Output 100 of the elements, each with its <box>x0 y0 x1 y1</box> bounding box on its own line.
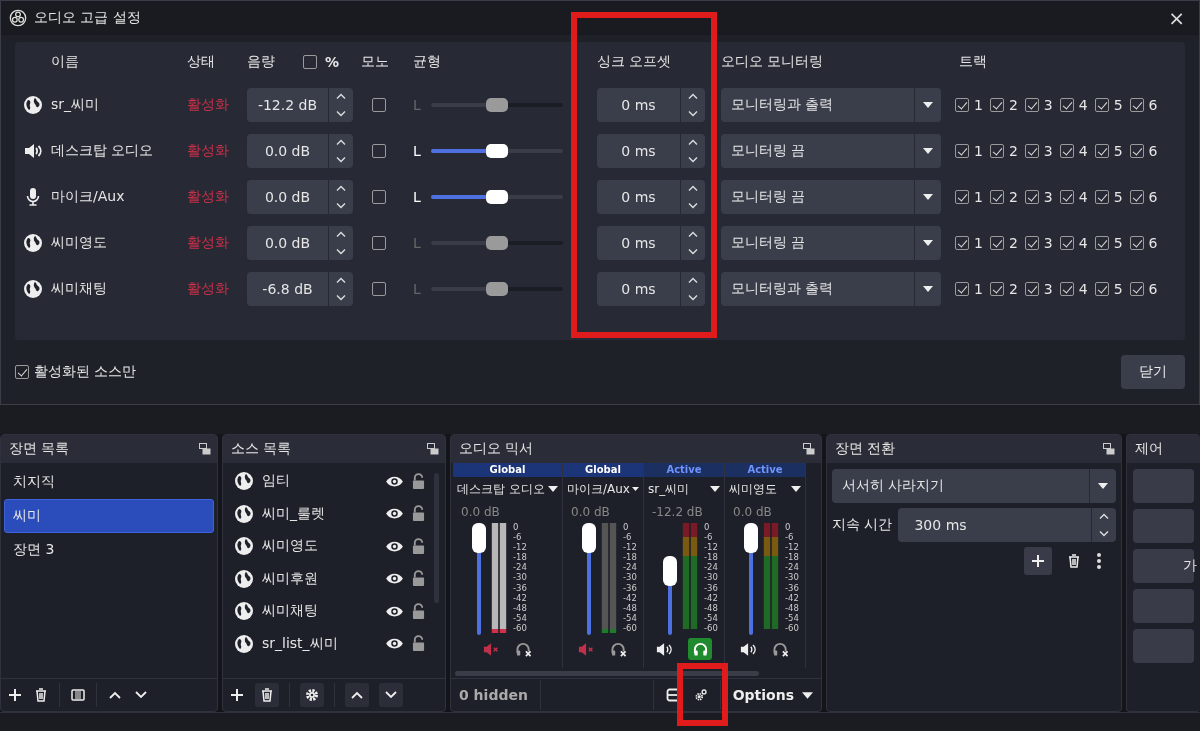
track-checkbox[interactable] <box>1094 190 1109 204</box>
eye-icon[interactable] <box>385 507 404 521</box>
track-checkbox[interactable] <box>1129 236 1144 250</box>
active-only-checkbox[interactable] <box>15 365 29 379</box>
unlocked-icon[interactable] <box>412 537 425 555</box>
track-checkbox[interactable] <box>1094 236 1109 250</box>
mono-checkbox[interactable] <box>372 144 386 158</box>
mono-checkbox[interactable] <box>372 190 386 204</box>
transition-dropdown[interactable]: 서서히 사라지기 <box>832 469 1116 503</box>
unlocked-icon[interactable] <box>412 472 425 490</box>
balance-slider[interactable] <box>431 282 563 296</box>
track-checkbox[interactable] <box>955 190 969 204</box>
add-button[interactable] <box>1024 547 1052 575</box>
source-item[interactable]: 씨미채팅 <box>262 602 377 621</box>
mono-checkbox[interactable] <box>372 282 386 296</box>
unlocked-icon[interactable] <box>412 505 425 523</box>
track-checkbox[interactable] <box>989 144 1004 158</box>
sync-offset-field[interactable]: 0 ms <box>597 272 705 306</box>
eye-icon[interactable] <box>385 474 404 488</box>
track-checkbox[interactable] <box>1094 282 1109 296</box>
volume-fader[interactable] <box>583 523 595 635</box>
move-up-button[interactable] <box>345 683 369 707</box>
volume-fader[interactable] <box>745 523 757 635</box>
trash-icon[interactable] <box>33 687 49 703</box>
track-checkbox[interactable] <box>955 144 969 158</box>
monitoring-dropdown[interactable]: 모니터링과 출력 <box>721 272 941 306</box>
channel-name-dropdown[interactable]: sr_씨미 <box>644 477 724 501</box>
track-checkbox[interactable] <box>1024 98 1039 112</box>
source-item[interactable]: 임티 <box>262 472 377 491</box>
trash-button[interactable] <box>255 683 279 707</box>
track-checkbox[interactable] <box>1059 144 1074 158</box>
unlocked-icon[interactable] <box>412 635 425 653</box>
track-checkbox[interactable] <box>1059 98 1074 112</box>
track-checkbox[interactable] <box>1059 190 1074 204</box>
speaker-icon[interactable] <box>656 641 674 657</box>
close-dialog-button[interactable]: 닫기 <box>1121 355 1185 389</box>
track-checkbox[interactable] <box>1024 236 1039 250</box>
eye-icon[interactable] <box>385 539 404 553</box>
headphones-off-icon[interactable] <box>772 641 790 657</box>
track-checkbox[interactable] <box>1129 98 1144 112</box>
track-checkbox[interactable] <box>989 236 1004 250</box>
track-checkbox[interactable] <box>989 190 1004 204</box>
track-checkbox[interactable] <box>1129 144 1144 158</box>
volume-field[interactable]: -12.2 dB <box>247 88 353 122</box>
add-icon[interactable] <box>7 687 23 703</box>
percent-checkbox[interactable] <box>303 55 317 69</box>
eye-icon[interactable] <box>385 637 404 651</box>
track-checkbox[interactable] <box>1129 282 1144 296</box>
monitoring-dropdown[interactable]: 모니터링 끔 <box>721 180 941 214</box>
volume-field[interactable]: 0.0 dB <box>247 180 353 214</box>
unlocked-icon[interactable] <box>412 602 425 620</box>
channel-name-dropdown[interactable]: 씨미영도 <box>725 477 805 501</box>
move-down-button[interactable] <box>379 683 403 707</box>
track-checkbox[interactable] <box>989 98 1004 112</box>
close-button[interactable]: × <box>1162 6 1191 30</box>
balance-slider[interactable] <box>431 236 563 250</box>
sync-offset-field[interactable]: 0 ms <box>597 180 705 214</box>
scene-item[interactable]: 장면 3 <box>4 533 214 567</box>
monitoring-dropdown[interactable]: 모니터링 끔 <box>721 134 941 168</box>
balance-slider[interactable] <box>431 144 563 158</box>
balance-slider[interactable] <box>431 98 563 112</box>
track-checkbox[interactable] <box>989 282 1004 296</box>
track-checkbox[interactable] <box>1094 144 1109 158</box>
monitoring-dropdown[interactable]: 모니터링과 출력 <box>721 88 941 122</box>
duration-field[interactable]: 300 ms <box>898 508 1116 542</box>
track-checkbox[interactable] <box>955 98 969 112</box>
track-checkbox[interactable] <box>1059 282 1074 296</box>
speaker-icon[interactable] <box>740 641 758 657</box>
volume-field[interactable]: 0.0 dB <box>247 134 353 168</box>
options-button[interactable]: Options <box>732 687 813 703</box>
more-icon[interactable] <box>1096 552 1102 570</box>
mono-checkbox[interactable] <box>372 236 386 250</box>
gears-icon[interactable] <box>693 688 708 702</box>
trash-icon[interactable] <box>1066 553 1082 569</box>
track-checkbox[interactable] <box>1024 190 1039 204</box>
add-icon[interactable] <box>229 687 245 703</box>
undock-icon[interactable] <box>427 443 439 455</box>
source-item[interactable]: 씨미후원 <box>262 569 377 588</box>
scene-item[interactable]: 씨미 <box>4 499 214 533</box>
channel-name-dropdown[interactable]: 데스크탑 오디오 <box>453 477 562 501</box>
undock-icon[interactable] <box>1103 443 1115 455</box>
sync-offset-field[interactable]: 0 ms <box>597 134 705 168</box>
track-checkbox[interactable] <box>1094 98 1109 112</box>
undock-icon[interactable] <box>803 443 815 455</box>
balance-slider[interactable] <box>431 190 563 204</box>
headphones-button[interactable] <box>688 638 712 660</box>
settings-button[interactable] <box>300 683 324 707</box>
muted-speaker-icon[interactable] <box>482 641 501 657</box>
sync-offset-field[interactable]: 0 ms <box>597 88 705 122</box>
undock-icon[interactable] <box>199 443 211 455</box>
headphones-off-icon[interactable] <box>514 641 533 657</box>
mono-checkbox[interactable] <box>372 98 386 112</box>
channel-name-dropdown[interactable]: 마이크/Aux <box>563 477 643 501</box>
scene-item[interactable]: 치지직 <box>4 465 214 499</box>
eye-icon[interactable] <box>385 572 404 586</box>
eye-icon[interactable] <box>385 604 404 618</box>
track-checkbox[interactable] <box>955 282 969 296</box>
volume-field[interactable]: -6.8 dB <box>247 272 353 306</box>
source-item[interactable]: 씨미영도 <box>262 537 377 556</box>
sync-offset-field[interactable]: 0 ms <box>597 226 705 260</box>
